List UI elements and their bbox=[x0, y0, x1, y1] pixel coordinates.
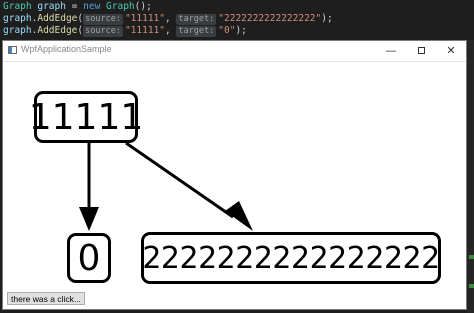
code-method: AddEdge bbox=[37, 13, 78, 24]
code-string-source: "11111" bbox=[124, 13, 165, 24]
click-status-button[interactable]: there was a click... bbox=[7, 292, 85, 305]
code-string-target: "0" bbox=[218, 25, 236, 36]
code-string-target: "2222222222222222" bbox=[218, 13, 322, 24]
code-constructor: Graph bbox=[106, 1, 135, 12]
code-variable: graph bbox=[37, 1, 66, 12]
graph-node-target-zero[interactable]: 0 bbox=[67, 233, 111, 283]
code-method: AddEdge bbox=[37, 25, 78, 36]
code-line-3[interactable]: graph.AddEdge(source: "11111", target: "0"… bbox=[3, 25, 247, 37]
graph-canvas[interactable]: 11111 0 2222222222222222 bbox=[3, 61, 466, 291]
maximize-button[interactable] bbox=[406, 41, 436, 61]
change-marker bbox=[469, 284, 474, 288]
parameter-hint-target: target: bbox=[176, 14, 217, 25]
editor-scrollbar[interactable] bbox=[467, 40, 474, 313]
parameter-hint-source: source: bbox=[83, 14, 123, 25]
parameter-hint-target: target: bbox=[176, 26, 217, 37]
window-title: WpfApplicationSample bbox=[21, 44, 112, 54]
code-punctuation: ); bbox=[321, 13, 333, 24]
parameter-hint-source: source: bbox=[83, 26, 123, 37]
code-operator: = bbox=[65, 1, 84, 12]
code-punctuation: (); bbox=[134, 1, 152, 12]
maximize-icon bbox=[417, 47, 425, 54]
code-keyword: new bbox=[83, 1, 101, 12]
window-titlebar[interactable]: WpfApplicationSample — ✕ bbox=[3, 41, 466, 62]
code-line-1[interactable]: Graph graph = new Graph(); bbox=[3, 1, 152, 13]
app-window-icon bbox=[8, 46, 17, 54]
code-type: Graph bbox=[3, 1, 32, 12]
edge-11111-to-2222 bbox=[125, 141, 234, 219]
graph-node-source[interactable]: 11111 bbox=[29, 91, 143, 143]
node-label: 0 bbox=[77, 237, 101, 279]
close-button[interactable]: ✕ bbox=[436, 41, 466, 61]
code-string-source: "11111" bbox=[124, 25, 165, 36]
node-label: 11111 bbox=[28, 96, 144, 138]
code-editor[interactable]: Graph graph = new Graph(); graph.AddEdge… bbox=[0, 0, 474, 40]
code-punctuation: ); bbox=[235, 25, 247, 36]
code-object: graph bbox=[3, 25, 32, 36]
node-label: 2222222222222222 bbox=[142, 240, 440, 276]
code-line-2[interactable]: graph.AddEdge(source: "11111", target: "22… bbox=[3, 13, 333, 25]
graph-node-target-long[interactable]: 2222222222222222 bbox=[141, 232, 441, 284]
wpf-window[interactable]: WpfApplicationSample — ✕ 11111 0 2222222… bbox=[2, 40, 467, 310]
arrowhead-to-0 bbox=[79, 207, 99, 231]
change-marker bbox=[469, 255, 474, 259]
minimize-button[interactable]: — bbox=[376, 41, 406, 61]
code-object: graph bbox=[3, 13, 32, 24]
